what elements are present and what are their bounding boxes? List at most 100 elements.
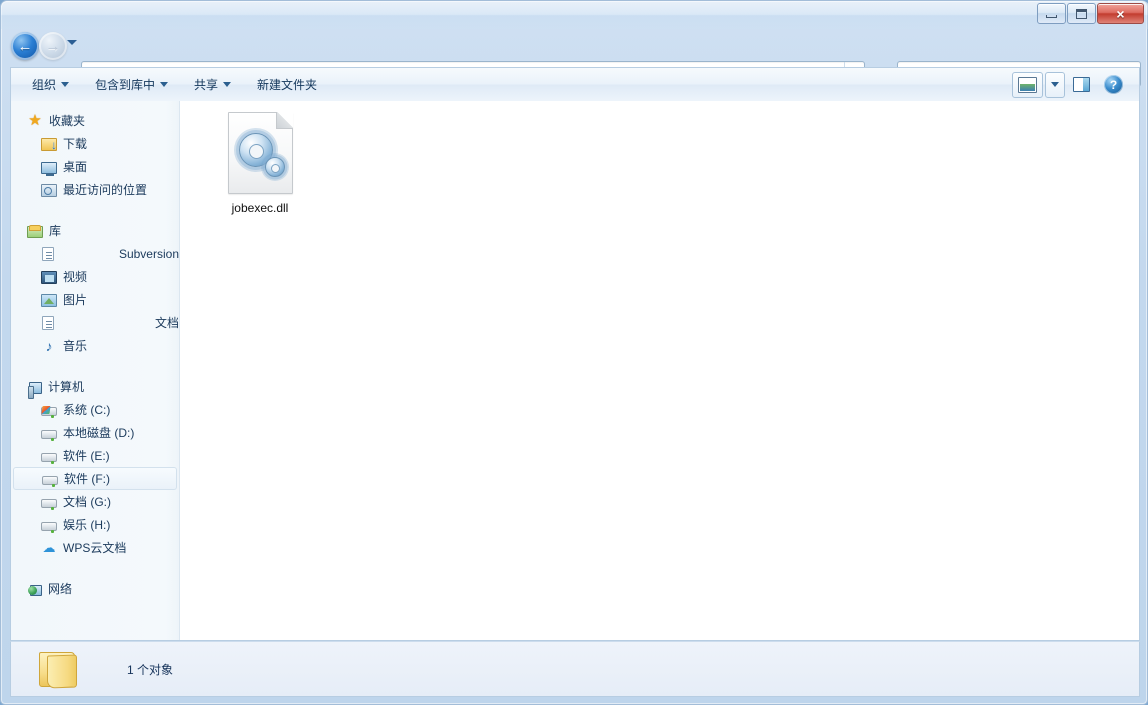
sidebar-item-label: WPS云文档 xyxy=(63,541,127,555)
sidebar-item-label: 文档 (G:) xyxy=(63,495,111,509)
minimize-icon xyxy=(1046,14,1057,18)
forward-button[interactable]: → xyxy=(39,32,67,60)
toolbar-button-share[interactable]: 共享 xyxy=(185,73,240,97)
chevron-down-icon xyxy=(61,82,70,87)
sidebar-item-network[interactable]: 网络 xyxy=(11,577,179,600)
explorer-body: ★ 收藏夹 下载 桌面 最近访问的位置 xyxy=(10,101,1140,641)
sidebar-item-music[interactable]: ♪ 音乐 xyxy=(11,334,179,357)
gear-icon xyxy=(264,157,285,177)
preview-pane-button[interactable] xyxy=(1067,72,1096,98)
sidebar-item-desktop[interactable]: 桌面 xyxy=(11,155,179,178)
view-mode-button[interactable] xyxy=(1012,71,1043,98)
sidebar-item-libraries[interactable]: 库 xyxy=(11,219,179,242)
sidebar-item-drive-g[interactable]: 文档 (G:) xyxy=(11,490,179,513)
sidebar-item-label: 软件 (F:) xyxy=(64,472,110,486)
history-dropdown-icon[interactable] xyxy=(67,40,77,45)
sidebar-item-label: 最近访问的位置 xyxy=(63,183,148,197)
drive-icon xyxy=(42,476,58,487)
sidebar-item-favorites[interactable]: ★ 收藏夹 xyxy=(11,109,179,132)
video-icon xyxy=(41,271,57,284)
toolbar-label: 共享 xyxy=(194,78,219,92)
library-icon xyxy=(27,225,43,238)
sidebar-item-drive-h[interactable]: 娱乐 (H:) xyxy=(11,513,179,536)
system-drive-icon xyxy=(41,407,57,418)
help-button[interactable]: ? xyxy=(1098,72,1129,98)
toolbar-button-organize[interactable]: 组织 xyxy=(23,73,78,97)
view-mode-icon xyxy=(1018,76,1037,93)
document-icon xyxy=(42,316,54,330)
sidebar-item-label: 库 xyxy=(49,224,62,238)
toolbar-button-new-folder[interactable]: 新建文件夹 xyxy=(248,73,326,97)
drive-icon xyxy=(41,499,57,510)
minimize-button[interactable] xyxy=(1037,3,1066,24)
view-mode-dropdown[interactable] xyxy=(1045,71,1065,98)
preview-pane-icon xyxy=(1073,77,1090,92)
sidebar-item-label: 计算机 xyxy=(48,380,85,394)
navigation-pane: ★ 收藏夹 下载 桌面 最近访问的位置 xyxy=(11,101,180,640)
window-controls: × xyxy=(1036,3,1144,24)
sidebar-item-documents[interactable]: 文档 xyxy=(11,311,179,334)
network-icon xyxy=(28,584,42,596)
sidebar-item-label: 本地磁盘 (D:) xyxy=(63,426,135,440)
maximize-button[interactable] xyxy=(1067,3,1096,24)
dll-gears-icon xyxy=(227,112,293,194)
drive-icon xyxy=(41,430,57,441)
toolbar-button-include-in-library[interactable]: 包含到库中 xyxy=(86,73,177,97)
folder-icon xyxy=(37,649,83,689)
sidebar-item-label: 音乐 xyxy=(63,339,88,353)
sidebar-item-wps-cloud[interactable]: ☁ WPS云文档 xyxy=(11,536,179,559)
file-name-label: jobexec.dll xyxy=(231,201,289,215)
maximize-icon xyxy=(1076,8,1087,19)
close-button[interactable]: × xyxy=(1097,3,1144,24)
sidebar-item-drive-c[interactable]: 系统 (C:) xyxy=(11,398,179,421)
picture-icon xyxy=(41,294,57,307)
close-icon: × xyxy=(1116,5,1125,22)
drive-icon xyxy=(41,522,57,533)
star-icon: ★ xyxy=(28,111,42,129)
toolbar-label: 包含到库中 xyxy=(95,78,156,92)
toolbar-label: 新建文件夹 xyxy=(257,78,318,92)
explorer-window: × ← → ▸ 计算机 ▸ 软件 (F:) ▸ 系统之家 ▸ 新建文件夹 (10… xyxy=(0,0,1148,705)
sidebar-item-label: 系统 (C:) xyxy=(63,403,111,417)
sidebar-item-label: 桌面 xyxy=(63,160,88,174)
sidebar-item-recent-places[interactable]: 最近访问的位置 xyxy=(11,178,179,201)
sidebar-item-label: 软件 (E:) xyxy=(63,449,110,463)
chevron-down-icon xyxy=(223,82,232,87)
sidebar-item-drive-f[interactable]: 软件 (F:) xyxy=(13,467,177,490)
sidebar-item-drive-d[interactable]: 本地磁盘 (D:) xyxy=(11,421,179,444)
sidebar-item-pictures[interactable]: 图片 xyxy=(11,288,179,311)
desktop-icon xyxy=(41,161,57,176)
help-icon: ? xyxy=(1104,75,1123,94)
computer-icon xyxy=(28,381,42,399)
file-list-pane[interactable]: jobexec.dll xyxy=(180,101,1139,640)
forward-arrow-icon: → xyxy=(45,37,61,55)
file-item[interactable]: jobexec.dll xyxy=(208,108,312,215)
sidebar-item-downloads[interactable]: 下载 xyxy=(11,132,179,155)
toolbar-right-group: ? xyxy=(1012,71,1139,98)
drive-icon xyxy=(41,453,57,464)
sidebar-item-label: 图片 xyxy=(63,293,88,307)
sidebar-item-label: 文档 xyxy=(154,316,179,330)
status-bar: 1 个对象 xyxy=(10,641,1140,697)
document-icon xyxy=(42,247,54,261)
back-arrow-icon: ← xyxy=(17,37,33,55)
address-row: ← → ▸ 计算机 ▸ 软件 (F:) ▸ 系统之家 ▸ 新建文件夹 (10) … xyxy=(1,29,1148,87)
sidebar-group-favorites: ★ 收藏夹 下载 桌面 最近访问的位置 xyxy=(11,109,179,201)
sidebar-item-label: 网络 xyxy=(48,582,73,596)
back-button[interactable]: ← xyxy=(11,32,39,60)
sidebar-group-network: 网络 xyxy=(11,577,179,600)
sidebar-item-subversion[interactable]: Subversion xyxy=(11,242,179,265)
sidebar-item-label: Subversion xyxy=(118,246,179,261)
status-text: 1 个对象 xyxy=(127,662,174,677)
folder-front xyxy=(47,654,77,689)
sidebar-item-label: 下载 xyxy=(63,137,88,151)
page-fold xyxy=(275,112,293,129)
sidebar-item-drive-e[interactable]: 软件 (E:) xyxy=(11,444,179,467)
sidebar-item-label: 视频 xyxy=(63,270,88,284)
sidebar-item-videos[interactable]: 视频 xyxy=(11,265,179,288)
sidebar-item-computer[interactable]: 计算机 xyxy=(11,375,179,399)
download-folder-icon xyxy=(41,138,57,152)
sidebar-group-computer: 计算机 系统 (C:) 本地磁盘 (D:) 软件 (E:) 软件 (F:) 文档… xyxy=(11,375,179,559)
